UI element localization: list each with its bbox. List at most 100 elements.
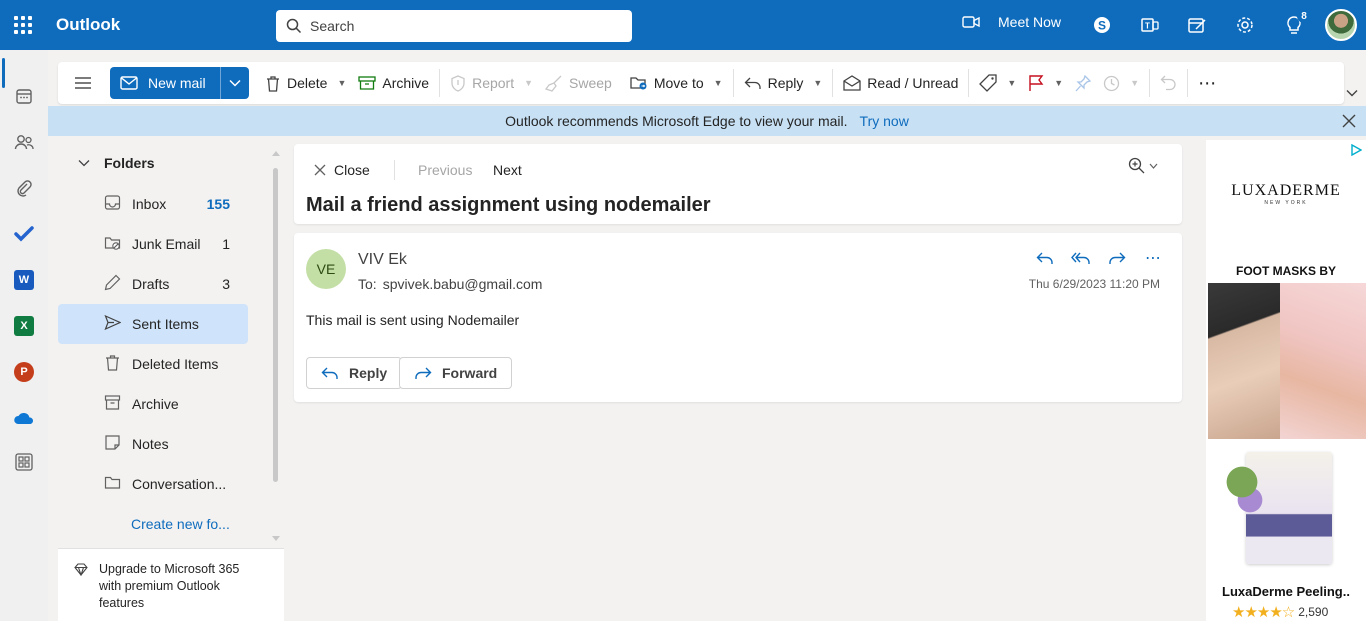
more-apps-icon[interactable] (12, 450, 36, 474)
zoom-in-icon (1128, 157, 1145, 174)
recipient-line: To: spvivek.babu@gmail.com (358, 276, 542, 292)
search-input[interactable]: Search (310, 18, 354, 34)
ribbon-divider (1187, 69, 1189, 97)
more-options-icon[interactable]: ⋯ (1192, 67, 1223, 99)
forward-icon[interactable] (1106, 247, 1128, 269)
chevron-down-icon (1149, 163, 1158, 169)
banner-close-icon[interactable] (1342, 114, 1356, 131)
close-button[interactable]: Close (314, 162, 370, 178)
app-rail: W X P (0, 50, 48, 621)
read-unread-button[interactable]: Read / Unread (837, 67, 964, 99)
to-label: To: (358, 276, 377, 292)
app-launcher-icon[interactable] (14, 16, 32, 34)
message-date: Thu 6/29/2023 11:20 PM (1028, 277, 1160, 291)
account-avatar[interactable] (1325, 9, 1357, 41)
folder-deleted-items[interactable]: Deleted Items (58, 344, 248, 384)
previous-button[interactable]: Previous (418, 162, 472, 178)
pin-button[interactable] (1069, 67, 1097, 99)
search-box[interactable]: Search (276, 10, 632, 42)
message-subject: Mail a friend assignment using nodemaile… (306, 194, 711, 216)
folder-icon (104, 476, 121, 489)
reply-button[interactable]: Reply ▼ (738, 67, 829, 99)
reply-all-icon[interactable] (1070, 247, 1092, 269)
broom-icon (545, 75, 562, 92)
reply-icon[interactable] (1034, 247, 1056, 269)
archive-box-icon (358, 76, 377, 90)
people-icon[interactable] (12, 130, 36, 154)
new-mail-button[interactable]: New mail (110, 67, 220, 99)
zoom-button[interactable] (1128, 157, 1158, 174)
ribbon-expand-chevron-icon[interactable] (1346, 84, 1358, 100)
notification-badge: 8 (1297, 9, 1311, 23)
new-mail-split-button: New mail (110, 67, 249, 99)
svg-text:T: T (1145, 22, 1150, 31)
folder-pane-scroll-thumb[interactable] (273, 168, 278, 482)
reply-button[interactable]: Reply (306, 357, 403, 389)
upgrade-promo[interactable]: Upgrade to Microsoft 365 with premium Ou… (58, 548, 284, 621)
delete-button[interactable]: Delete ▼ (259, 67, 352, 99)
powerpoint-icon[interactable]: P (12, 360, 36, 384)
word-icon[interactable]: W (12, 268, 36, 292)
recipient-address[interactable]: spvivek.babu@gmail.com (383, 276, 543, 292)
more-actions-icon[interactable]: ⋯ (1142, 247, 1164, 269)
upgrade-text: Upgrade to Microsoft 365 with premium Ou… (99, 562, 240, 610)
ad-rating: ★★★★☆ 2,590 (1232, 603, 1328, 621)
folder-drafts[interactable]: Drafts 3 (58, 264, 248, 304)
meet-now-button[interactable]: Meet Now (962, 14, 1061, 30)
trash-icon (267, 75, 279, 92)
attachment-paperclip-icon[interactable] (12, 176, 36, 200)
message-actions: ⋯ (1034, 247, 1164, 269)
star-rating-icon: ★★★★☆ (1232, 604, 1295, 621)
browser-recommendation-banner: Outlook recommends Microsoft Edge to vie… (48, 106, 1366, 136)
ad-brand-subtitle: NEW YORK (1264, 200, 1308, 206)
tag-icon (979, 74, 998, 92)
undo-button[interactable] (1154, 67, 1183, 99)
skype-icon[interactable]: S (1091, 14, 1113, 36)
forward-button[interactable]: Forward (399, 357, 513, 389)
move-to-button[interactable]: Move to ▼ (624, 67, 729, 99)
whats-new-lightbulb-icon[interactable]: 8 (1283, 9, 1311, 36)
try-now-link[interactable]: Try now (860, 113, 909, 129)
folder-junk-email[interactable]: Junk Email 1 (58, 224, 248, 264)
snooze-button[interactable]: ▼ (1097, 67, 1145, 99)
hamburger-menu-icon[interactable] (68, 67, 98, 99)
sender-avatar[interactable]: VE (306, 249, 346, 289)
scroll-up-arrow-icon[interactable] (272, 150, 280, 156)
flag-button[interactable]: ▼ (1022, 67, 1069, 99)
ad-choices-icon[interactable] (1350, 144, 1362, 156)
chevron-down-icon (229, 79, 241, 87)
app-title[interactable]: Outlook (56, 15, 120, 35)
ad-image-foot-right (1280, 283, 1366, 439)
message-body: This mail is sent using Nodemailer (306, 312, 520, 328)
my-day-icon[interactable] (1186, 14, 1208, 36)
new-mail-dropdown[interactable] (220, 67, 249, 99)
report-button[interactable]: Report ▼ (444, 67, 539, 99)
chevron-down-icon (78, 160, 90, 167)
folder-conversation-history[interactable]: Conversation... (58, 464, 248, 504)
categorize-button[interactable]: ▼ (973, 67, 1022, 99)
archive-button[interactable]: Archive (352, 67, 435, 99)
envelope-open-icon (843, 75, 861, 91)
calendar-icon[interactable] (12, 84, 36, 108)
folders-header[interactable]: Folders (78, 155, 155, 171)
next-button[interactable]: Next (493, 162, 522, 178)
item-count: 1 (222, 236, 230, 252)
sender-name[interactable]: VIV Ek (358, 251, 407, 269)
sweep-button[interactable]: Sweep (539, 67, 618, 99)
command-ribbon: New mail Delete ▼ Archive Report ▼ Sweep M… (58, 62, 1344, 104)
ribbon-divider (439, 69, 441, 97)
excel-icon[interactable]: X (12, 314, 36, 338)
advertisement[interactable]: LUXADERME NEW YORK FOOT MASKS BY LuxaDer… (1206, 140, 1366, 621)
flag-icon (1029, 74, 1044, 91)
scroll-down-arrow-icon[interactable] (272, 536, 280, 542)
folder-archive[interactable]: Archive (58, 384, 248, 424)
folder-notes[interactable]: Notes (58, 424, 248, 464)
create-new-folder-link[interactable]: Create new fo... (131, 516, 230, 532)
folder-inbox[interactable]: Inbox 155 (58, 184, 248, 224)
todo-check-icon[interactable] (12, 222, 36, 246)
svg-text:S: S (1098, 19, 1106, 33)
folder-sent-items[interactable]: Sent Items (58, 304, 248, 344)
settings-gear-icon[interactable] (1234, 14, 1256, 36)
teams-icon[interactable]: T (1139, 14, 1161, 36)
onedrive-icon[interactable] (12, 406, 36, 430)
